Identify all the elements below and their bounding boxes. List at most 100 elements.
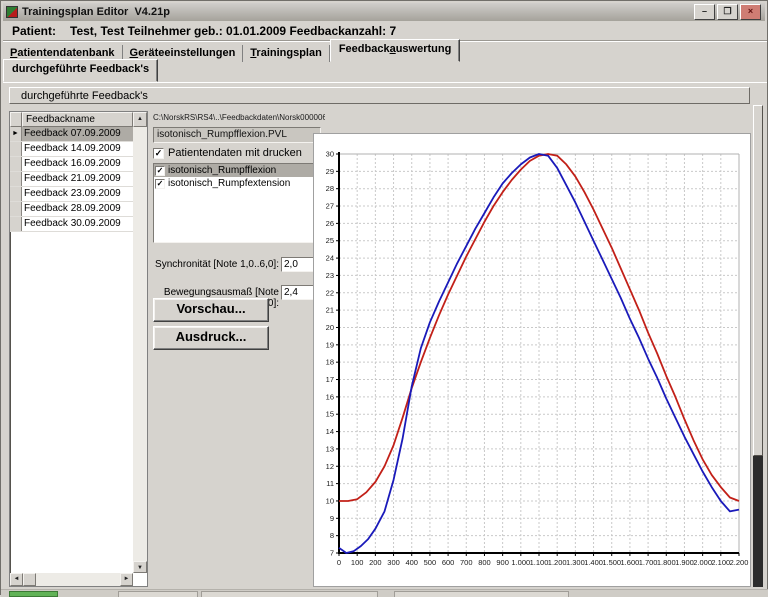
patient-bar: Patient: Test, Test Teilnehmer geb.: 01.…: [3, 21, 767, 41]
svg-text:29: 29: [326, 167, 334, 176]
svg-text:13: 13: [326, 444, 334, 453]
sub-tab-bar: durchgeführte Feedback's: [3, 63, 767, 83]
svg-text:100: 100: [351, 558, 364, 567]
svg-text:8: 8: [330, 531, 334, 540]
svg-text:1.900: 1.900: [675, 558, 694, 567]
ausdruck-button[interactable]: Ausdruck...: [153, 326, 269, 350]
svg-text:12: 12: [326, 462, 334, 471]
table-row[interactable]: Feedback 28.09.2009: [10, 202, 147, 217]
svg-text:28: 28: [326, 184, 334, 193]
svg-text:10: 10: [326, 496, 334, 505]
svg-text:800: 800: [478, 558, 491, 567]
taskbar-button[interactable]: [201, 591, 378, 597]
table-row[interactable]: ►Feedback 07.09.2009: [10, 127, 147, 142]
taskbar-button-green[interactable]: [9, 591, 58, 597]
table-row[interactable]: Feedback 14.09.2009: [10, 142, 147, 157]
svg-text:900: 900: [496, 558, 509, 567]
horizontal-scrollbar[interactable]: ◄ ►: [10, 573, 133, 586]
print-patientdata-checkbox[interactable]: ✓ Patientendaten mit drucken: [153, 147, 302, 159]
table-row[interactable]: Feedback 21.09.2009: [10, 172, 147, 187]
series-checklist[interactable]: ✓ isotonisch_Rumpfflexion ✓ isotonisch_R…: [153, 163, 321, 243]
svg-text:16: 16: [326, 392, 334, 401]
scroll-down-icon[interactable]: ▼: [133, 561, 147, 573]
svg-text:9: 9: [330, 514, 334, 523]
svg-text:26: 26: [326, 219, 334, 228]
scrollbar-track[interactable]: [753, 456, 763, 587]
checklist-item-rumpfextension[interactable]: ✓ isotonisch_Rumpfextension: [154, 177, 320, 190]
title-bar[interactable]: Trainingsplan Editor V4.21p – ❐ ×: [3, 3, 765, 21]
svg-text:500: 500: [424, 558, 437, 567]
feedback-list[interactable]: Feedbackname ▲ ►Feedback 07.09.2009 Feed…: [9, 111, 148, 587]
table-row[interactable]: Feedback 16.09.2009: [10, 157, 147, 172]
row-marker: [10, 202, 22, 216]
checkmark-icon[interactable]: ✓: [155, 179, 165, 189]
scroll-up-icon[interactable]: ▲: [133, 112, 147, 127]
maximize-button[interactable]: ❐: [717, 4, 738, 20]
svg-text:11: 11: [326, 479, 334, 488]
print-patientdata-label: Patientendaten mit drucken: [168, 147, 302, 159]
scroll-left-icon[interactable]: ◄: [10, 573, 23, 586]
group-header: durchgeführte Feedback's: [9, 87, 750, 104]
svg-text:18: 18: [326, 358, 334, 367]
svg-text:2.100: 2.100: [711, 558, 730, 567]
column-header-feedbackname[interactable]: Feedbackname: [22, 112, 133, 127]
synchronitaet-input[interactable]: 2,0: [281, 257, 314, 272]
scroll-right-icon[interactable]: ►: [120, 573, 133, 586]
svg-text:1.200: 1.200: [548, 558, 567, 567]
svg-text:1.700: 1.700: [639, 558, 658, 567]
vorschau-button[interactable]: Vorschau...: [153, 298, 269, 322]
close-button[interactable]: ×: [740, 4, 761, 20]
taskbar-button[interactable]: [394, 591, 569, 597]
taskbar-button[interactable]: [118, 591, 198, 597]
svg-text:7: 7: [330, 549, 334, 558]
svg-text:2.200: 2.200: [730, 558, 749, 567]
scrollbar-thumb[interactable]: [753, 105, 763, 456]
table-row[interactable]: Feedback 30.09.2009: [10, 217, 147, 232]
svg-text:600: 600: [442, 558, 455, 567]
checklist-item-rumpfflexion[interactable]: ✓ isotonisch_Rumpfflexion: [154, 164, 320, 177]
tab-feedbackauswertung[interactable]: Feedbackauswertung: [330, 39, 461, 62]
chart-canvas: 01002003004005006007008009001.0001.1001.…: [314, 134, 750, 586]
tab-durchgefuehrte-feedbacks[interactable]: durchgeführte Feedback's: [3, 59, 158, 82]
scrollbar-thumb[interactable]: [23, 573, 36, 586]
svg-text:14: 14: [326, 427, 334, 436]
minimize-button[interactable]: –: [694, 4, 715, 20]
row-marker: [10, 187, 22, 201]
feedback-file-path: C:\NorskRS\RS4\..\Feedbackdaten\Norsk000…: [153, 113, 325, 124]
checkmark-icon[interactable]: ✓: [155, 166, 165, 176]
row-marker: [10, 217, 22, 231]
vertical-scrollbar[interactable]: [133, 127, 147, 573]
pvl-file-field[interactable]: isotonisch_Rumpfflexion.PVL: [153, 127, 321, 143]
checkmark-icon[interactable]: ✓: [153, 148, 164, 159]
list-corner: [10, 112, 22, 127]
svg-text:20: 20: [326, 323, 334, 332]
svg-text:21: 21: [326, 306, 334, 315]
right-scrollbar[interactable]: [753, 105, 763, 587]
tab-trainingsplan[interactable]: Trainingsplan: [243, 45, 330, 62]
bewegungsausmass-input[interactable]: 2,4: [281, 285, 314, 300]
svg-text:1.600: 1.600: [621, 558, 640, 567]
patient-label: Patient:: [12, 24, 56, 38]
row-marker: ►: [10, 127, 22, 141]
svg-text:1.400: 1.400: [584, 558, 603, 567]
row-marker: [10, 142, 22, 156]
svg-text:15: 15: [326, 410, 334, 419]
window-title: Trainingsplan Editor V4.21p: [22, 6, 170, 18]
svg-text:17: 17: [326, 375, 334, 384]
svg-text:1.000: 1.000: [511, 558, 530, 567]
svg-text:1.800: 1.800: [657, 558, 676, 567]
svg-text:19: 19: [326, 340, 334, 349]
svg-text:0: 0: [337, 558, 341, 567]
svg-text:1.500: 1.500: [602, 558, 621, 567]
svg-text:22: 22: [326, 288, 334, 297]
svg-text:25: 25: [326, 236, 334, 245]
svg-text:700: 700: [460, 558, 473, 567]
synchronitaet-label: Synchronität [Note 1,0..6,0]:: [151, 259, 279, 270]
svg-text:27: 27: [326, 202, 334, 211]
taskbar: [1, 589, 768, 597]
svg-text:300: 300: [387, 558, 400, 567]
svg-text:200: 200: [369, 558, 382, 567]
table-row[interactable]: Feedback 23.09.2009: [10, 187, 147, 202]
svg-text:23: 23: [326, 271, 334, 280]
svg-text:1.300: 1.300: [566, 558, 585, 567]
